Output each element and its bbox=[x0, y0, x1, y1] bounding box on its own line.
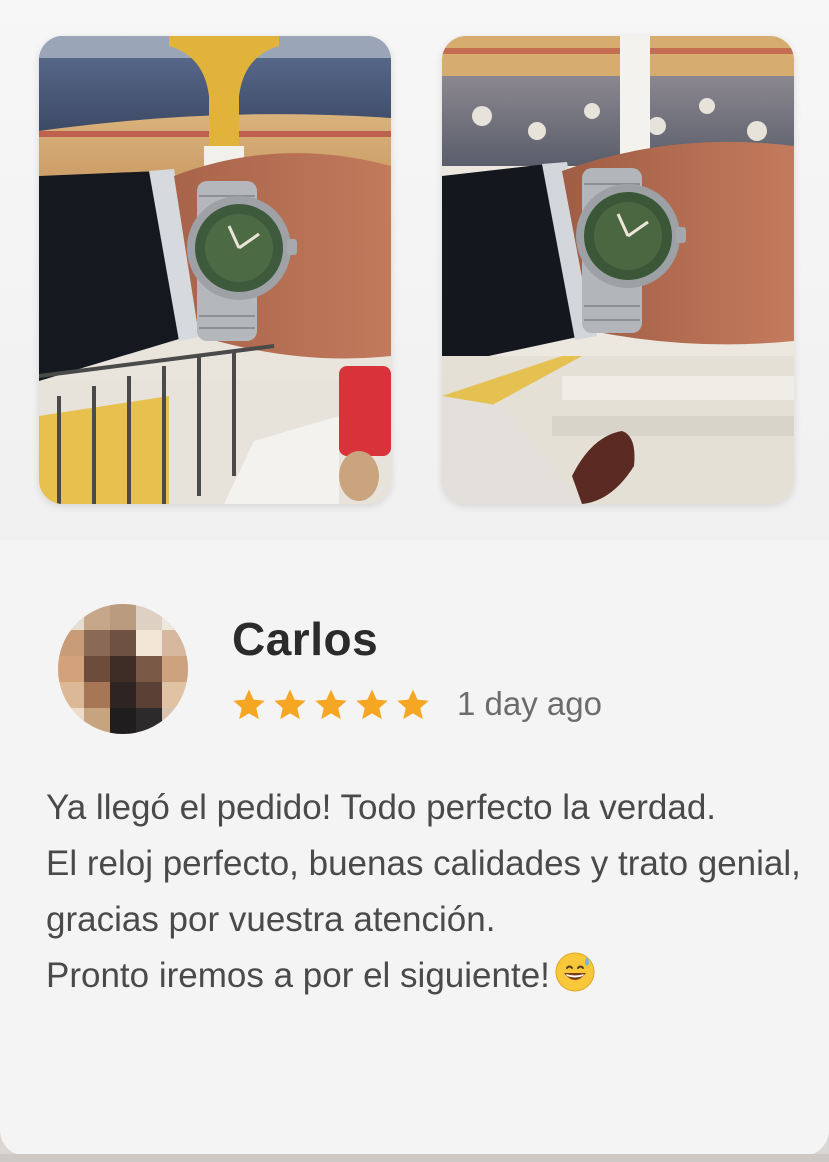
reviewer-name: Carlos bbox=[232, 613, 379, 665]
review-photo-2[interactable] bbox=[442, 36, 794, 504]
star-icon bbox=[233, 689, 265, 720]
reviewer-avatar bbox=[58, 604, 188, 734]
grinning-face-with-sweat-icon bbox=[555, 952, 595, 992]
star-rating bbox=[230, 686, 432, 724]
review-text-line: Pronto iremos a por el siguiente! bbox=[46, 948, 806, 1004]
star-icon bbox=[397, 689, 429, 720]
review-text-line: El reloj perfecto, buenas calidades y tr… bbox=[46, 844, 801, 939]
review-text-line: Ya llegó el pedido! Todo perfecto la ver… bbox=[46, 788, 717, 827]
photo-gallery bbox=[0, 0, 829, 540]
review-timestamp: 1 day ago bbox=[457, 685, 602, 722]
card-bottom-edge bbox=[0, 1154, 829, 1162]
review-photo-1[interactable] bbox=[39, 36, 391, 504]
review-card: Carlos 1 day ago Ya llegó el pedido! Tod… bbox=[0, 0, 829, 1156]
star-icon bbox=[315, 689, 347, 720]
star-icon bbox=[356, 689, 388, 720]
review-text-line-content: Pronto iremos a por el siguiente! bbox=[46, 956, 550, 995]
star-icon bbox=[274, 689, 306, 720]
review-body: Ya llegó el pedido! Todo perfecto la ver… bbox=[46, 780, 806, 1004]
